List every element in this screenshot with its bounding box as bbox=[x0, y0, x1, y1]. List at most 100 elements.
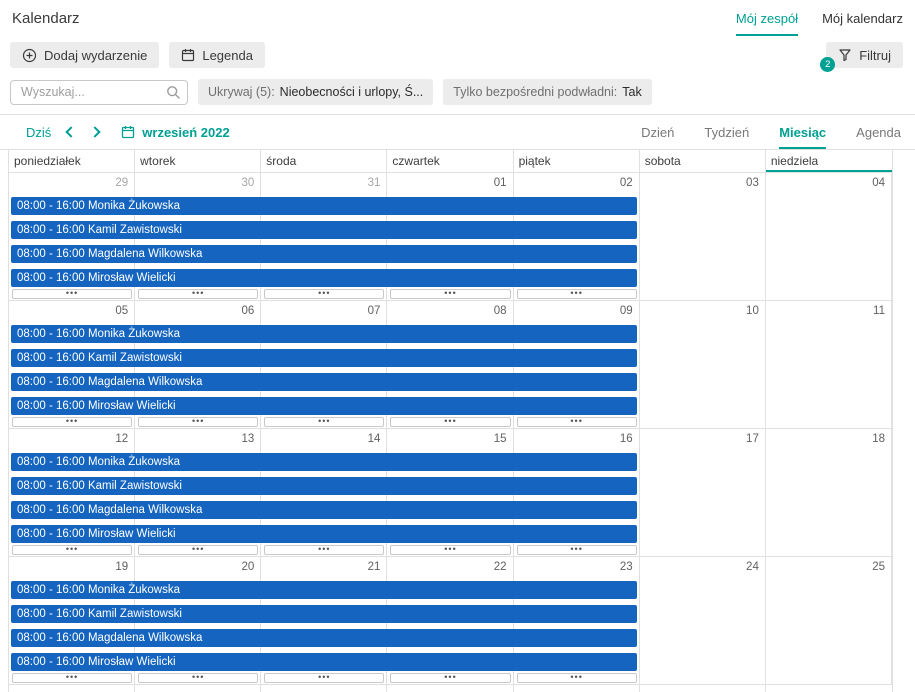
tab-my-team[interactable]: Mój zespół bbox=[735, 11, 799, 36]
day-cell[interactable] bbox=[387, 685, 514, 692]
more-events-button[interactable]: ••• bbox=[12, 417, 133, 427]
event-bar[interactable]: 08:00 - 16:00 Kamil Zawistowski bbox=[11, 605, 637, 623]
more-events-button[interactable]: ••• bbox=[516, 673, 637, 683]
next-month-icon[interactable] bbox=[89, 126, 101, 138]
event-bar[interactable]: 08:00 - 16:00 Mirosław Wielicki bbox=[11, 397, 637, 415]
add-event-label: Dodaj wydarzenie bbox=[44, 47, 148, 63]
date-number: 15 bbox=[493, 433, 507, 445]
month-picker[interactable]: wrzesień 2022 bbox=[121, 125, 230, 140]
date-number: 11 bbox=[873, 305, 885, 317]
more-events-button[interactable]: ••• bbox=[138, 545, 259, 555]
today-button[interactable]: Dziś bbox=[26, 125, 51, 140]
date-number: 02 bbox=[619, 177, 633, 189]
view-tab-week[interactable]: Tydzień bbox=[704, 115, 749, 149]
day-header-row: poniedziałek wtorek środa czwartek piątek sob… bbox=[8, 150, 893, 173]
day-header-piątek: piątek bbox=[514, 150, 640, 172]
date-number: 18 bbox=[872, 433, 885, 445]
event-bar[interactable]: 08:00 - 16:00 Kamil Zawistowski bbox=[11, 477, 637, 495]
more-events-button[interactable]: ••• bbox=[138, 289, 259, 299]
day-cell[interactable]: 04 bbox=[766, 173, 892, 300]
date-number: 07 bbox=[367, 305, 381, 317]
day-cell[interactable]: 24 bbox=[640, 557, 766, 684]
day-cell[interactable] bbox=[135, 685, 262, 692]
event-bar[interactable]: 08:00 - 16:00 Monika Żukowska bbox=[11, 197, 637, 215]
event-bar[interactable]: 08:00 - 16:00 Mirosław Wielicki bbox=[11, 269, 637, 287]
more-events-button[interactable]: ••• bbox=[264, 417, 385, 427]
more-events-button[interactable]: ••• bbox=[516, 545, 637, 555]
filter-button[interactable]: Filtruj bbox=[826, 42, 903, 68]
event-bar[interactable]: 08:00 - 16:00 Magdalena Wilkowska bbox=[11, 373, 637, 391]
day-cell[interactable]: 10 bbox=[640, 301, 766, 428]
more-events-button[interactable]: ••• bbox=[12, 545, 133, 555]
view-tabs: Dzień Tydzień Miesiąc Agenda bbox=[641, 115, 901, 149]
weeks: 29 30 31 01 02 03 04 08:00 - 16:00 Monika Żukow… bbox=[8, 173, 893, 692]
day-header-wtorek: wtorek bbox=[135, 150, 262, 172]
event-bar[interactable]: 08:00 - 16:00 Magdalena Wilkowska bbox=[11, 245, 637, 263]
toolbar: Dodaj wydarzenie Legenda Filtruj 2 bbox=[0, 34, 915, 72]
date-number: 01 bbox=[493, 177, 507, 189]
more-events-button[interactable]: ••• bbox=[516, 289, 637, 299]
top-tabs: Mój zespół Mój kalendarz bbox=[735, 11, 903, 36]
direct-reports-chip[interactable]: Tylko bezpośredni podwładni: Tak bbox=[443, 79, 652, 105]
day-cell[interactable] bbox=[514, 685, 640, 692]
date-number: 25 bbox=[872, 561, 885, 573]
event-bar[interactable]: 08:00 - 16:00 Kamil Zawistowski bbox=[11, 221, 637, 239]
event-bar[interactable]: 08:00 - 16:00 Monika Żukowska bbox=[11, 325, 637, 343]
filter-button-wrap: Filtruj 2 bbox=[820, 42, 903, 72]
day-cell[interactable]: 11 bbox=[766, 301, 892, 428]
event-bar[interactable]: 08:00 - 16:00 Monika Żukowska bbox=[11, 581, 637, 599]
more-events-button[interactable]: ••• bbox=[138, 417, 259, 427]
more-events-button[interactable]: ••• bbox=[264, 673, 385, 683]
date-number: 16 bbox=[619, 433, 633, 445]
event-bar[interactable]: 08:00 - 16:00 Magdalena Wilkowska bbox=[11, 501, 637, 519]
search-icon[interactable] bbox=[166, 85, 181, 100]
day-cell[interactable]: 18 bbox=[766, 429, 892, 556]
add-event-button[interactable]: Dodaj wydarzenie bbox=[10, 42, 160, 68]
more-events-button[interactable]: ••• bbox=[390, 417, 511, 427]
event-bar[interactable]: 08:00 - 16:00 Mirosław Wielicki bbox=[11, 525, 637, 543]
more-events-button[interactable]: ••• bbox=[264, 289, 385, 299]
event-bar[interactable]: 08:00 - 16:00 Mirosław Wielicki bbox=[11, 653, 637, 671]
more-events-button[interactable]: ••• bbox=[390, 673, 511, 683]
day-cell[interactable]: 17 bbox=[640, 429, 766, 556]
day-cell[interactable]: 25 bbox=[766, 557, 892, 684]
date-number: 08 bbox=[493, 305, 507, 317]
more-events-button[interactable]: ••• bbox=[12, 289, 133, 299]
day-header-sobota: sobota bbox=[640, 150, 766, 172]
more-events-button[interactable]: ••• bbox=[264, 545, 385, 555]
search-input[interactable] bbox=[10, 79, 188, 105]
more-events-button[interactable]: ••• bbox=[516, 417, 637, 427]
day-cell[interactable] bbox=[261, 685, 388, 692]
event-bar[interactable]: 08:00 - 16:00 Magdalena Wilkowska bbox=[11, 629, 637, 647]
day-header-czwartek: czwartek bbox=[387, 150, 514, 172]
date-number: 29 bbox=[115, 177, 129, 189]
filter-label: Filtruj bbox=[859, 47, 891, 63]
day-cell[interactable] bbox=[9, 685, 136, 692]
circle-plus-icon bbox=[22, 48, 37, 63]
legend-button[interactable]: Legenda bbox=[169, 42, 265, 68]
event-bar[interactable]: 08:00 - 16:00 Kamil Zawistowski bbox=[11, 349, 637, 367]
day-cell[interactable]: 03 bbox=[640, 173, 766, 300]
view-tab-month[interactable]: Miesiąc bbox=[779, 115, 826, 149]
page-title: Kalendarz bbox=[12, 10, 80, 27]
tab-my-calendar[interactable]: Mój kalendarz bbox=[822, 11, 903, 36]
hide-filter-label: Ukrywaj (5): bbox=[208, 85, 275, 99]
day-header-środa: środa bbox=[261, 150, 388, 172]
hide-filter-chip[interactable]: Ukrywaj (5): Nieobecności i urlopy, Ś... bbox=[198, 79, 434, 105]
previous-month-icon[interactable] bbox=[65, 126, 77, 138]
search-box bbox=[10, 79, 188, 105]
more-events-button[interactable]: ••• bbox=[390, 545, 511, 555]
date-number: 31 bbox=[367, 177, 381, 189]
legend-label: Legenda bbox=[202, 47, 253, 63]
date-number: 30 bbox=[241, 177, 255, 189]
more-events-button[interactable]: ••• bbox=[138, 673, 259, 683]
view-tab-agenda[interactable]: Agenda bbox=[856, 115, 901, 149]
more-events-button[interactable]: ••• bbox=[390, 289, 511, 299]
event-bar[interactable]: 08:00 - 16:00 Monika Żukowska bbox=[11, 453, 637, 471]
more-events-button[interactable]: ••• bbox=[12, 673, 133, 683]
week-row: 19 20 21 22 23 24 25 08:00 - 16:00 Monika Żukow… bbox=[9, 557, 892, 685]
day-cell[interactable] bbox=[766, 685, 892, 692]
view-tab-day[interactable]: Dzień bbox=[641, 115, 674, 149]
day-cell[interactable] bbox=[640, 685, 766, 692]
calendar-toolbar: Dziś wrzesień 2022 Dzień Tydzień Miesiąc… bbox=[0, 114, 915, 150]
